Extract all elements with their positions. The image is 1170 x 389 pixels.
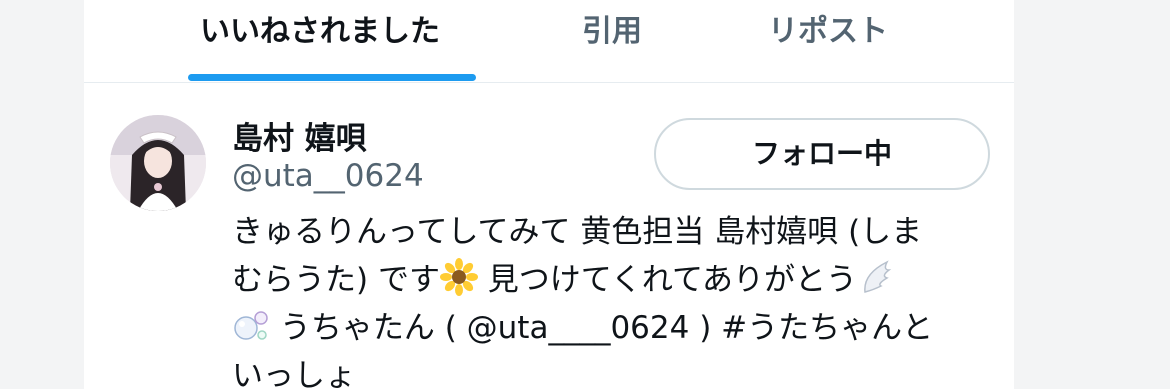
bio-text: 見つけてくれてありがとう [477,262,858,298]
tab-bar: いいねされました 引用 リポスト [84,0,1014,83]
mention-link[interactable]: @uta____0624 [467,310,690,346]
hashtag-link[interactable]: #うたちゃんと [721,310,933,346]
likes-panel: いいねされました 引用 リポスト 島村 嬉唄 @uta__0624 フォロー中 … [84,0,1014,389]
display-name[interactable]: 島村 嬉唄 [232,113,367,158]
bio-text: うちゃたん ( [270,310,467,346]
active-tab-indicator [188,74,476,81]
user-bio: きゅるりんってしてみて 黄色担当 島村嬉唄 (しま むらうた) です 見つけてく… [232,208,1002,389]
sunflower-icon [439,258,478,296]
bio-line: うちゃたん ( @uta____0624 ) #うたちゃんと [232,304,1002,352]
following-button[interactable]: フォロー中 [654,118,990,190]
bio-line: きゅるりんってしてみて 黄色担当 島村嬉唄 (しま [232,214,923,250]
tab-reposts[interactable]: リポスト [768,10,888,54]
bio-text: ) [689,310,722,346]
user-handle[interactable]: @uta__0624 [232,158,424,194]
bubbles-icon [232,306,270,344]
bio-line: いっしょ [232,358,356,389]
bio-text: むらうた) です [232,262,440,298]
wing-icon [857,258,895,296]
avatar[interactable] [110,115,206,211]
tab-liked[interactable]: いいねされました [200,10,440,54]
tab-quotes[interactable]: 引用 [582,10,642,54]
bio-line: むらうた) です 見つけてくれてありがとう [232,256,1002,304]
